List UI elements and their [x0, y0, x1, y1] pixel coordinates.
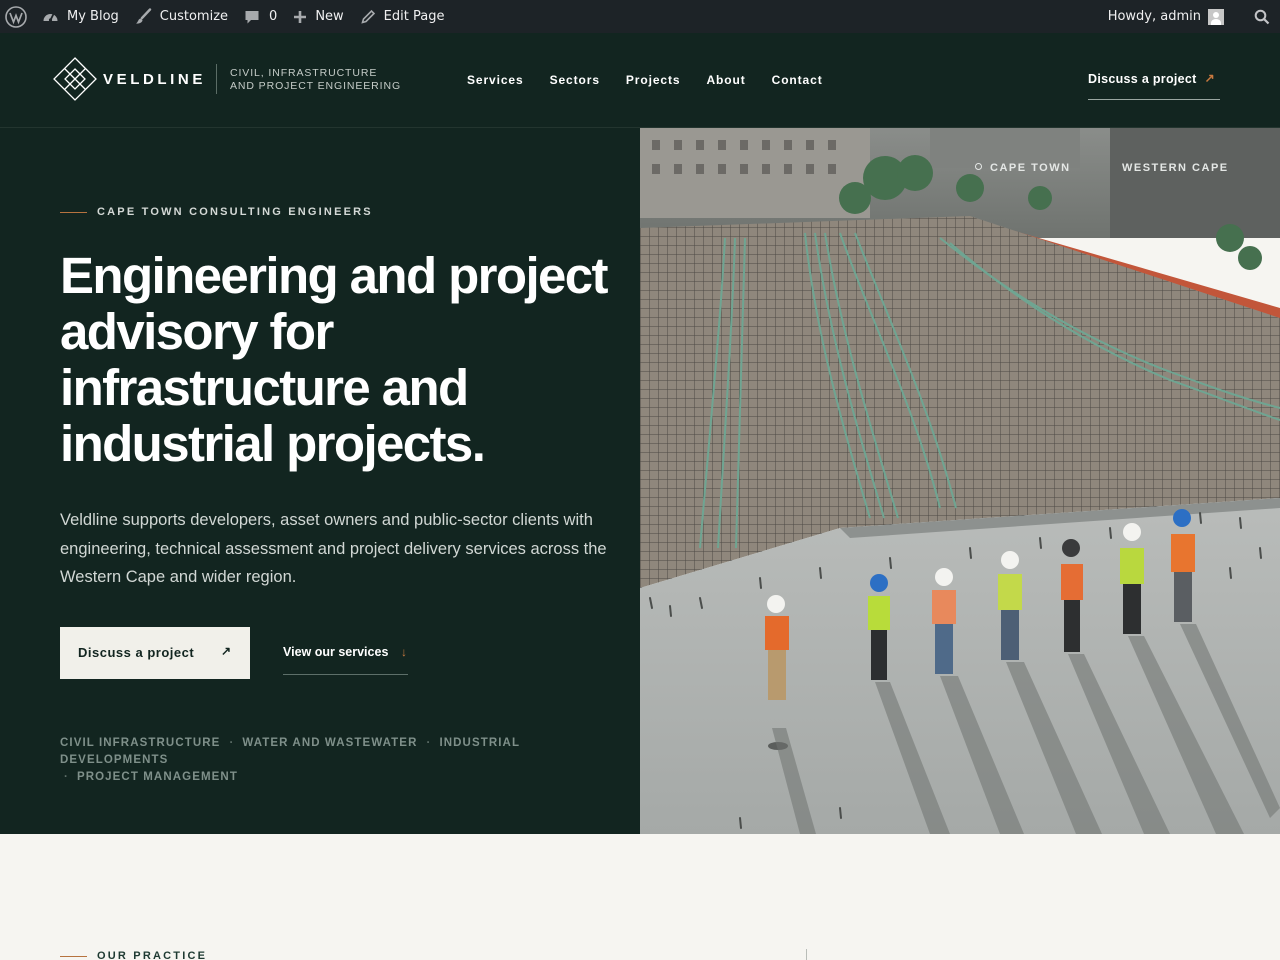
nav-sectors[interactable]: Sectors [550, 73, 600, 87]
view-services-label: View our services [283, 645, 389, 659]
practice-divider [806, 949, 807, 960]
hero-construction-photo: CAPE TOWN WESTERN CAPE [640, 128, 1280, 834]
admin-bar-comments[interactable]: 0 [236, 0, 285, 33]
comment-icon [244, 9, 260, 25]
nav-services[interactable]: Services [467, 73, 524, 87]
tag-separator: · [64, 771, 69, 783]
admin-bar-site[interactable]: My Blog [34, 0, 127, 33]
arrow-up-right-icon: ↗ [1204, 71, 1215, 85]
admin-bar-search[interactable] [1234, 0, 1280, 33]
howdy-label: Howdy, admin [1107, 9, 1201, 24]
admin-bar-account[interactable]: Howdy, admin [1100, 0, 1234, 33]
wordpress-logo-icon[interactable] [0, 0, 34, 33]
sector-tags: CIVIL INFRASTRUCTURE · WATER AND WASTEWATE… [60, 735, 620, 786]
discuss-project-label: Discuss a project [78, 645, 195, 660]
site-header: VELDLINE CIVIL, INFRASTRUCTURE AND PROJE… [0, 33, 1280, 128]
nav-contact[interactable]: Contact [772, 73, 823, 87]
practice-eyebrow-text: OUR PRACTICE [97, 950, 208, 960]
dashboard-icon [42, 8, 59, 25]
new-label: New [315, 9, 344, 24]
eyebrow-rule [60, 211, 87, 213]
tag-separator: · [229, 737, 235, 749]
brand-tagline: CIVIL, INFRASTRUCTURE AND PROJECT ENGINE… [230, 67, 430, 93]
site-logo[interactable]: VELDLINE CIVIL, INFRASTRUCTURE AND PROJE… [53, 57, 400, 101]
practice-section: OUR PRACTICE [0, 834, 1280, 960]
hero-eyebrow: CAPE TOWN CONSULTING ENGINEERS [60, 206, 373, 218]
main-nav: Services Sectors Projects About Contact [467, 73, 849, 87]
location-cape-town: CAPE TOWN [975, 162, 1071, 174]
eyebrow-text: CAPE TOWN CONSULTING ENGINEERS [97, 206, 373, 218]
view-services-link[interactable]: View our services ↓ [283, 645, 408, 675]
nav-about[interactable]: About [706, 73, 745, 87]
nav-projects[interactable]: Projects [626, 73, 681, 87]
comments-count: 0 [269, 9, 278, 24]
admin-bar-edit-page[interactable]: Edit Page [352, 0, 453, 33]
tag-separator: · [426, 737, 432, 749]
practice-eyebrow: OUR PRACTICE [60, 950, 207, 960]
logo-divider [216, 64, 217, 94]
arrow-up-right-icon: ↗ [221, 644, 232, 658]
hero-section: CAPE TOWN CONSULTING ENGINEERS Engineeri… [0, 128, 640, 834]
tagline-line-1: CIVIL, INFRASTRUCTURE [230, 67, 378, 79]
tag-item: PROJECT MANAGEMENT [76, 771, 238, 783]
hero-lede: Veldline supports developers, asset owne… [60, 511, 607, 586]
admin-bar-customize[interactable]: Customize [127, 0, 236, 33]
tagline-line-2: AND PROJECT ENGINEERING [230, 80, 402, 92]
edit-page-label: Edit Page [383, 9, 445, 24]
hero-headline: Engineering and project advisory for inf… [60, 247, 609, 472]
eyebrow-rule [60, 955, 87, 957]
plus-icon [293, 10, 307, 24]
veldline-logo-icon [53, 57, 97, 101]
site-name-label: My Blog [67, 9, 119, 24]
admin-bar: My Blog Customize 0 New Edit Page Howdy,… [0, 0, 1280, 33]
discuss-project-button[interactable]: Discuss a project ↗ [60, 627, 250, 679]
location-western-cape: WESTERN CAPE [1122, 162, 1229, 174]
tag-item: CIVIL INFRASTRUCTURE [60, 737, 221, 749]
search-icon [1254, 9, 1270, 25]
avatar [1208, 8, 1224, 25]
header-cta-label: Discuss a project [1088, 72, 1197, 86]
arrow-down-icon: ↓ [401, 645, 407, 659]
tag-item: WATER AND WASTEWATER [242, 737, 418, 749]
header-discuss-project-link[interactable]: Discuss a project ↗ [1088, 71, 1220, 100]
paintbrush-icon [135, 8, 152, 25]
construction-site-illustration [640, 128, 1280, 834]
pencil-icon [360, 9, 376, 25]
customize-label: Customize [159, 9, 229, 24]
brand-name: VELDLINE [103, 70, 206, 88]
admin-bar-new[interactable]: New [285, 0, 351, 33]
